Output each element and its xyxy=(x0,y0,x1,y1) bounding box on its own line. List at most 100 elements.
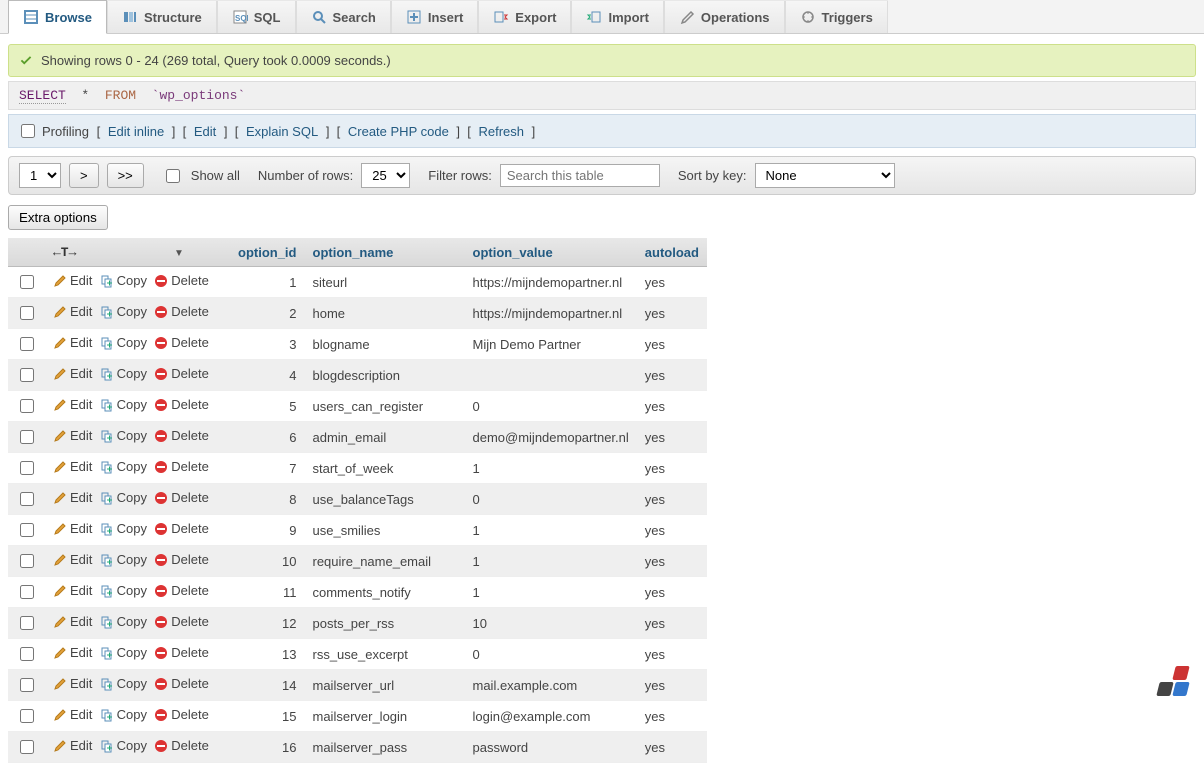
col-header-option-id[interactable]: option_id xyxy=(238,245,297,260)
edit-row-link[interactable]: Edit xyxy=(53,335,92,350)
delete-row-link[interactable]: Delete xyxy=(154,397,209,412)
copy-row-link[interactable]: Copy xyxy=(100,521,147,536)
edit-row-link[interactable]: Edit xyxy=(53,614,92,629)
delete-row-link[interactable]: Delete xyxy=(154,738,209,753)
tab-triggers[interactable]: Triggers xyxy=(785,0,888,33)
delete-row-link[interactable]: Delete xyxy=(154,614,209,629)
delete-row-link[interactable]: Delete xyxy=(154,335,209,350)
delete-row-link[interactable]: Delete xyxy=(154,552,209,567)
create-php-link[interactable]: Create PHP code xyxy=(348,124,449,139)
copy-row-link[interactable]: Copy xyxy=(100,552,147,567)
row-checkbox[interactable] xyxy=(20,585,34,599)
edit-row-link[interactable]: Edit xyxy=(53,521,92,536)
sort-dropdown-icon[interactable]: ▼ xyxy=(174,248,184,259)
row-checkbox[interactable] xyxy=(20,430,34,444)
profiling-checkbox[interactable] xyxy=(21,124,35,138)
edit-row-link[interactable]: Edit xyxy=(53,552,92,567)
edit-inline-link[interactable]: Edit inline xyxy=(108,124,164,139)
col-header-autoload[interactable]: autoload xyxy=(645,245,699,260)
row-checkbox[interactable] xyxy=(20,306,34,320)
next-page-button[interactable]: > xyxy=(69,163,99,188)
copy-row-link[interactable]: Copy xyxy=(100,428,147,443)
edit-link[interactable]: Edit xyxy=(194,124,216,139)
edit-row-link[interactable]: Edit xyxy=(53,428,92,443)
edit-row-link[interactable]: Edit xyxy=(53,583,92,598)
edit-row-link[interactable]: Edit xyxy=(53,397,92,412)
row-checkbox[interactable] xyxy=(20,368,34,382)
delete-row-link[interactable]: Delete xyxy=(154,521,209,536)
edit-row-link[interactable]: Edit xyxy=(53,707,92,722)
row-checkbox[interactable] xyxy=(20,523,34,537)
edit-label: Edit xyxy=(70,552,92,567)
table-row: Edit Copy Delete16mailserver_passpasswor… xyxy=(8,732,707,763)
row-checkbox[interactable] xyxy=(20,337,34,351)
refresh-link[interactable]: Refresh xyxy=(478,124,524,139)
cell-option-value: https://mijndemopartner.nl xyxy=(465,298,637,329)
delete-row-link[interactable]: Delete xyxy=(154,366,209,381)
edit-row-link[interactable]: Edit xyxy=(53,304,92,319)
tab-search[interactable]: Search xyxy=(296,0,391,33)
row-checkbox[interactable] xyxy=(20,647,34,661)
sort-by-key-select[interactable]: None xyxy=(755,163,895,188)
edit-row-link[interactable]: Edit xyxy=(53,738,92,753)
col-header-option-name[interactable]: option_name xyxy=(313,245,394,260)
copy-row-link[interactable]: Copy xyxy=(100,707,147,722)
delete-row-link[interactable]: Delete xyxy=(154,490,209,505)
filter-rows-label: Filter rows: xyxy=(428,168,492,183)
delete-row-link[interactable]: Delete xyxy=(154,273,209,288)
page-select[interactable]: 1 xyxy=(19,163,61,188)
copy-row-link[interactable]: Copy xyxy=(100,583,147,598)
edit-row-link[interactable]: Edit xyxy=(53,676,92,691)
edit-row-link[interactable]: Edit xyxy=(53,366,92,381)
row-checkbox[interactable] xyxy=(20,399,34,413)
delete-row-link[interactable]: Delete xyxy=(154,676,209,691)
edit-row-link[interactable]: Edit xyxy=(53,273,92,288)
row-checkbox[interactable] xyxy=(20,709,34,723)
row-checkbox[interactable] xyxy=(20,740,34,754)
number-of-rows-select[interactable]: 25 xyxy=(361,163,410,188)
explain-sql-link[interactable]: Explain SQL xyxy=(246,124,318,139)
tab-label: SQL xyxy=(254,10,281,25)
row-checkbox[interactable] xyxy=(20,554,34,568)
copy-row-link[interactable]: Copy xyxy=(100,738,147,753)
edit-row-link[interactable]: Edit xyxy=(53,645,92,660)
delete-row-link[interactable]: Delete xyxy=(154,583,209,598)
tab-browse[interactable]: Browse xyxy=(8,0,107,34)
copy-row-link[interactable]: Copy xyxy=(100,397,147,412)
row-checkbox[interactable] xyxy=(20,616,34,630)
edit-row-link[interactable]: Edit xyxy=(53,459,92,474)
tab-import[interactable]: Import xyxy=(571,0,663,33)
copy-row-link[interactable]: Copy xyxy=(100,645,147,660)
row-checkbox[interactable] xyxy=(20,461,34,475)
col-header-option-value[interactable]: option_value xyxy=(473,245,553,260)
delete-row-link[interactable]: Delete xyxy=(154,707,209,722)
cell-option-id: 14 xyxy=(230,670,305,701)
copy-row-link[interactable]: Copy xyxy=(100,335,147,350)
tab-operations[interactable]: Operations xyxy=(664,0,785,33)
edit-row-link[interactable]: Edit xyxy=(53,490,92,505)
copy-row-link[interactable]: Copy xyxy=(100,273,147,288)
table-row: Edit Copy Delete1siteurlhttps://mijndemo… xyxy=(8,267,707,298)
row-checkbox[interactable] xyxy=(20,275,34,289)
delete-row-link[interactable]: Delete xyxy=(154,645,209,660)
copy-row-link[interactable]: Copy xyxy=(100,614,147,629)
tab-sql[interactable]: SQLSQL xyxy=(217,0,296,33)
extra-options-button[interactable]: Extra options xyxy=(8,205,108,230)
copy-row-link[interactable]: Copy xyxy=(100,304,147,319)
tab-export[interactable]: Export xyxy=(478,0,571,33)
delete-row-link[interactable]: Delete xyxy=(154,304,209,319)
copy-row-link[interactable]: Copy xyxy=(100,490,147,505)
tab-structure[interactable]: Structure xyxy=(107,0,217,33)
row-checkbox[interactable] xyxy=(20,678,34,692)
delete-row-link[interactable]: Delete xyxy=(154,459,209,474)
delete-row-link[interactable]: Delete xyxy=(154,428,209,443)
last-page-button[interactable]: >> xyxy=(107,163,144,188)
show-all-checkbox[interactable] xyxy=(166,169,180,183)
copy-row-link[interactable]: Copy xyxy=(100,459,147,474)
copy-label: Copy xyxy=(117,583,147,598)
copy-row-link[interactable]: Copy xyxy=(100,676,147,691)
copy-row-link[interactable]: Copy xyxy=(100,366,147,381)
tab-insert[interactable]: Insert xyxy=(391,0,478,33)
filter-rows-input[interactable] xyxy=(500,164,660,187)
row-checkbox[interactable] xyxy=(20,492,34,506)
